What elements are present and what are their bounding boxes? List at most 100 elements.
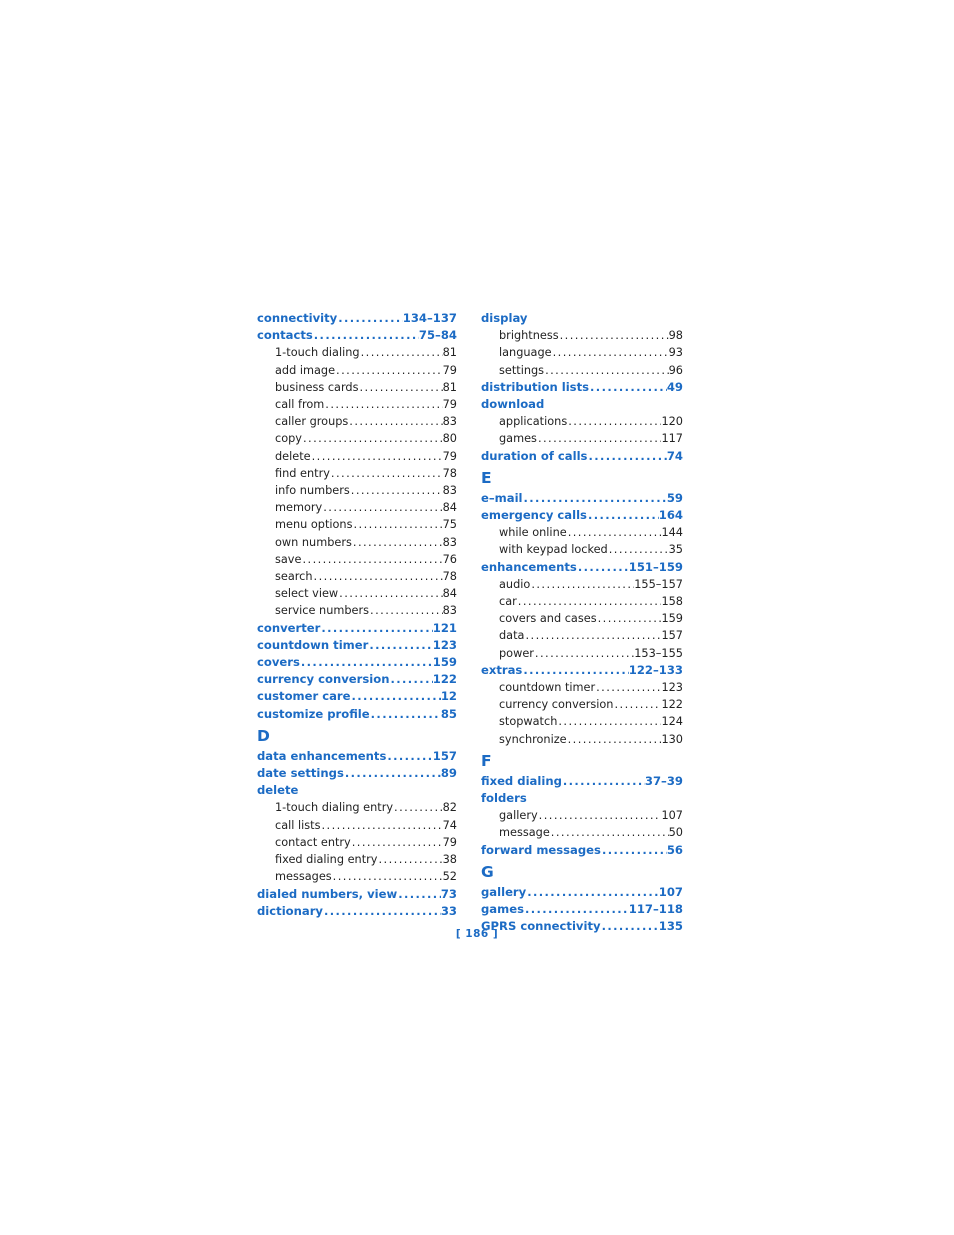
index-entry-page: 82 [442,801,457,815]
index-entry[interactable]: dialed numbers, view....................… [257,886,457,903]
index-entry-label: business cards [275,380,359,394]
index-entry[interactable]: extras..................................… [481,662,683,679]
index-subentry[interactable]: brightness..............................… [481,327,683,344]
index-subentry[interactable]: countdown timer.........................… [481,679,683,696]
index-subentry[interactable]: select view.............................… [257,585,457,602]
index-entry[interactable]: customer care...........................… [257,688,457,705]
leader-dots: ........................................… [302,551,443,566]
index-entry[interactable]: emergency calls.........................… [481,507,683,524]
index-subentry[interactable]: audio...................................… [481,576,683,593]
index-subentry[interactable]: add image...............................… [257,362,457,379]
index-entry-page: 158 [661,595,683,609]
leader-dots: ........................................… [562,773,645,788]
index-entry[interactable]: e–mail..................................… [481,490,683,507]
index-subentry[interactable]: contact entry...........................… [257,834,457,851]
index-entry-label: fixed dialing [481,773,562,788]
index-subentry[interactable]: business cards..........................… [257,379,457,396]
index-headword[interactable]: download [481,396,683,413]
index-subentry[interactable]: 1-touch dialing.........................… [257,344,457,361]
index-subentry[interactable]: 1-touch dialing entry...................… [257,799,457,816]
index-entry[interactable]: enhancements............................… [481,559,683,576]
index-entry[interactable]: covers..................................… [257,654,457,671]
index-subentry[interactable]: menu options............................… [257,516,457,533]
index-entry[interactable]: duration of calls.......................… [481,448,683,465]
index-subentry[interactable]: while online............................… [481,524,683,541]
index-entry-page: 81 [442,346,457,360]
index-entry-label: 1-touch dialing entry [275,801,394,815]
index-entry-label: countdown timer [257,637,369,652]
index-subentry[interactable]: data....................................… [481,627,683,644]
index-subentry[interactable]: delete..................................… [257,448,457,465]
index-subentry[interactable]: messages................................… [257,868,457,885]
index-subentry[interactable]: with keypad locked......................… [481,541,683,558]
leader-dots: ........................................… [339,586,442,601]
index-entry[interactable]: dictionary..............................… [257,903,457,920]
leader-dots: ........................................… [534,645,634,660]
index-subentry[interactable]: settings................................… [481,362,683,379]
index-subentry[interactable]: call lists..............................… [257,817,457,834]
index-entry[interactable]: fixed dialing...........................… [481,773,683,790]
index-entry[interactable]: contacts................................… [257,327,457,344]
index-subentry[interactable]: games...................................… [481,430,683,447]
index-headword[interactable]: display [481,310,683,327]
index-entry[interactable]: countdown timer.........................… [257,637,457,654]
index-entry[interactable]: forward messages........................… [481,842,683,859]
index-subentry[interactable]: caller groups...........................… [257,413,457,430]
index-subentry[interactable]: language................................… [481,344,683,361]
index-entry[interactable]: currency conversion.....................… [257,671,457,688]
leader-dots: ........................................… [597,611,662,626]
index-headword[interactable]: delete [257,782,457,799]
index-entry[interactable]: connectivity............................… [257,310,457,327]
index-entry[interactable]: converter...............................… [257,620,457,637]
index-entry-page: 75 [442,518,457,532]
index-subentry[interactable]: car.....................................… [481,593,683,610]
index-subentry[interactable]: synchronize.............................… [481,731,683,748]
index-entry[interactable]: data enhancements.......................… [257,748,457,765]
leader-dots: ........................................… [353,517,442,532]
index-entry-label: dictionary [257,903,323,918]
index-entry[interactable]: games...................................… [481,901,683,918]
index-entry-page: 134–137 [402,311,457,325]
index-entry-label: power [499,646,534,660]
index-subentry[interactable]: currency conversion.....................… [481,696,683,713]
index-subentry[interactable]: fixed dialing entry.....................… [257,851,457,868]
index-subentry[interactable]: gallery.................................… [481,807,683,824]
index-subentry[interactable]: stopwatch...............................… [481,713,683,730]
index-entry-page: 74 [442,818,457,832]
index-subentry[interactable]: search..................................… [257,568,457,585]
leader-dots: ........................................… [344,766,441,781]
leader-dots: ........................................… [550,825,669,840]
index-subentry[interactable]: applications............................… [481,413,683,430]
index-subentry[interactable]: memory..................................… [257,499,457,516]
index-subentry[interactable]: call from...............................… [257,396,457,413]
index-entry-label: 1-touch dialing [275,346,360,360]
index-entry-label: gallery [481,884,527,899]
index-entry[interactable]: gallery.................................… [481,884,683,901]
index-subentry[interactable]: save....................................… [257,551,457,568]
index-subentry[interactable]: find entry..............................… [257,465,457,482]
index-subentry[interactable]: service numbers.........................… [257,602,457,619]
index-entry-page: 73 [440,886,457,901]
leader-dots: ........................................… [559,328,669,343]
index-headword[interactable]: folders [481,790,683,807]
index-entry-page: 122–133 [628,662,683,677]
index-entry-label: language [499,346,552,360]
index-entry-page: 93 [668,346,683,360]
index-entry-page: 98 [668,329,683,343]
leader-dots: ........................................… [351,834,443,849]
index-entry-label: message [499,826,550,840]
index-entry[interactable]: customize profile.......................… [257,706,457,723]
index-entry[interactable]: distribution lists......................… [481,379,683,396]
index-subentry[interactable]: copy....................................… [257,430,457,447]
leader-dots: ........................................… [545,362,669,377]
index-subentry[interactable]: power...................................… [481,645,683,662]
index-subentry[interactable]: own numbers.............................… [257,534,457,551]
index-entry-label: connectivity [257,311,338,325]
index-entry[interactable]: date settings...........................… [257,765,457,782]
index-subentry[interactable]: info numbers............................… [257,482,457,499]
leader-dots: ........................................… [325,397,442,412]
index-subentry[interactable]: message.................................… [481,824,683,841]
index-entry-page: 107 [658,884,683,899]
index-entry-page: 56 [666,842,683,857]
index-subentry[interactable]: covers and cases........................… [481,610,683,627]
